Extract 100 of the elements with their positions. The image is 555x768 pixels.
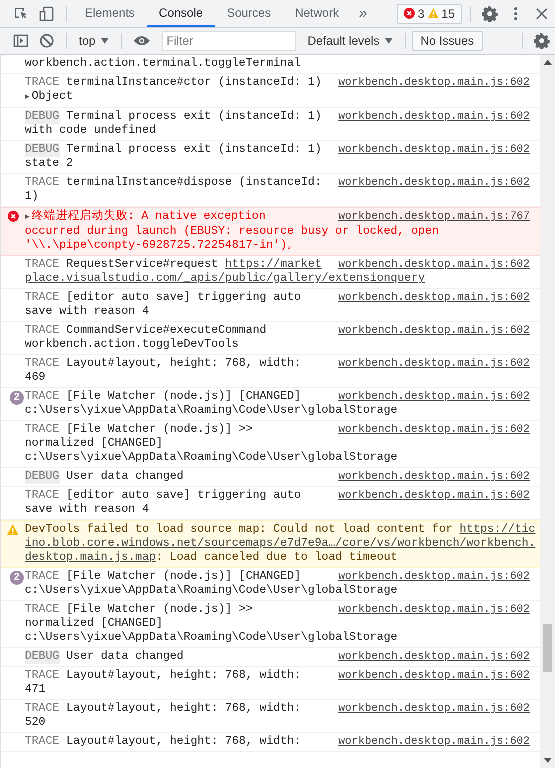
message-text: Layout#layout, height: 768, width: xyxy=(66,669,302,683)
message-text: Terminal process exit (instanceId: 1) xyxy=(66,110,322,124)
log-level: TRACE xyxy=(25,735,60,749)
message-text: c:\Users\yixue\AppData\Roaming\Code\User\globalStorage xyxy=(25,631,398,645)
source-link[interactable]: workbench.desktop.main.js:602 xyxy=(338,357,530,371)
source-link[interactable]: workbench.desktop.main.js:602 xyxy=(338,76,530,90)
message-text: CommandService#executeCommand xyxy=(66,324,267,338)
context-select[interactable]: top xyxy=(73,34,115,48)
message-text: normalized [CHANGED] xyxy=(25,437,164,451)
source-link[interactable]: workbench.desktop.main.js:602 xyxy=(338,702,530,716)
message-text: Layout#layout, height: 768, width: xyxy=(66,702,302,716)
error-icon xyxy=(404,8,415,19)
message-text: [editor auto save] triggering auto xyxy=(66,489,302,503)
source-link[interactable]: workbench.desktop.main.js:602 xyxy=(338,470,530,484)
message-text: [File Watcher (node.js)] [CHANGED] xyxy=(66,390,302,404)
message-text: c:\Users\yixue\AppData\Roaming\Code\User\globalStorage xyxy=(25,584,398,598)
object-toggle[interactable]: ▶ Object xyxy=(25,90,540,105)
log-level: TRACE xyxy=(25,669,60,683)
message-text: 520 xyxy=(25,716,46,730)
log-level: DEBUG xyxy=(25,650,60,664)
log-level: TRACE xyxy=(25,291,60,305)
url-link[interactable]: https://tic xyxy=(460,523,536,537)
message-text: 471 xyxy=(25,683,46,697)
message-text: Layout#layout, height: 768, width: xyxy=(66,357,302,371)
log-level: TRACE xyxy=(25,489,60,503)
device-icon[interactable] xyxy=(39,6,55,22)
source-link[interactable]: workbench.desktop.main.js:602 xyxy=(338,258,530,272)
scroll-thumb[interactable] xyxy=(543,624,552,672)
message-text: save with reason 4 xyxy=(25,503,150,517)
repeat-count: 2 xyxy=(10,571,24,585)
source-link[interactable]: workbench.desktop.main.js:602 xyxy=(338,603,530,617)
url-link[interactable]: https://market xyxy=(225,258,322,272)
message-text: workbench.action.terminal.toggleTerminal xyxy=(25,57,302,71)
log-level: TRACE xyxy=(25,76,60,90)
message-text: Layout#layout, height: 768, width: xyxy=(66,735,302,749)
expand-arrow[interactable]: ▶ xyxy=(25,211,30,225)
message-text: User data changed xyxy=(66,470,184,484)
settings-icon[interactable] xyxy=(482,6,498,22)
clear-icon[interactable] xyxy=(39,33,55,49)
message-text: normalized [CHANGED] xyxy=(25,617,164,631)
scroll-up-icon[interactable] xyxy=(544,60,552,65)
source-link[interactable]: workbench.desktop.main.js:602 xyxy=(338,423,530,437)
close-icon[interactable] xyxy=(534,6,550,22)
scroll-down-icon[interactable] xyxy=(544,758,552,763)
source-link[interactable]: workbench.desktop.main.js:767 xyxy=(338,210,530,224)
caret-icon xyxy=(384,38,393,44)
url-link[interactable]: place.visualstudio.com/_apis/public/gallery/extensionquery xyxy=(25,272,426,286)
settings-icon[interactable] xyxy=(534,33,550,49)
message-text: workbench.action.toggleDevTools xyxy=(25,338,239,352)
source-link[interactable]: workbench.desktop.main.js:602 xyxy=(338,176,530,190)
source-link[interactable]: workbench.desktop.main.js:602 xyxy=(338,735,530,749)
message-text: [File Watcher (node.js)] >> xyxy=(66,423,253,437)
log-level: DEBUG xyxy=(25,470,60,484)
source-link[interactable]: workbench.desktop.main.js:602 xyxy=(338,489,530,503)
message-text: terminalInstance#ctor (instanceId: 1) xyxy=(66,76,322,90)
source-link[interactable]: workbench.desktop.main.js:602 xyxy=(338,570,530,584)
message-text: '\\.\pipe\conpty-6928725.72254817-in')。 xyxy=(25,239,300,253)
message-text: 终端进程启动失败: A native exception xyxy=(32,210,266,224)
log-level: TRACE xyxy=(25,324,60,338)
message-text: occurred during launch (EBUSY: resource busy or locked, open xyxy=(25,225,440,239)
levels-select[interactable]: Default levels xyxy=(302,34,399,48)
issue-counter[interactable]: 3 15 xyxy=(396,4,462,24)
url-link[interactable]: ino.blob.core.windows.net/sourcemaps/e7d7e9a…/core/vs/workbench/workbench. xyxy=(25,537,536,551)
log-level: TRACE xyxy=(25,603,60,617)
source-link[interactable]: workbench.desktop.main.js:602 xyxy=(338,291,530,305)
url-link[interactable]: desktop.main.js.map xyxy=(25,551,156,565)
inspect-icon[interactable] xyxy=(13,6,29,22)
message-text: User data changed xyxy=(66,650,184,664)
message-text: terminalInstance#dispose (instanceId: xyxy=(66,176,322,190)
source-link[interactable]: workbench.desktop.main.js:602 xyxy=(338,650,530,664)
log-level: DEBUG xyxy=(25,110,60,124)
scrollbar[interactable] xyxy=(540,55,555,768)
log-level: TRACE xyxy=(25,423,60,437)
log-level: TRACE xyxy=(25,258,60,272)
message-text: [File Watcher (node.js)] >> xyxy=(66,603,253,617)
log-level: DEBUG xyxy=(25,143,60,157)
filter-field[interactable]: Filter xyxy=(162,31,296,51)
log-level: TRACE xyxy=(25,176,60,190)
log-level: TRACE xyxy=(25,702,60,716)
source-link[interactable]: workbench.desktop.main.js:602 xyxy=(338,143,530,157)
eye-icon[interactable] xyxy=(132,35,151,47)
caret-icon xyxy=(100,38,109,44)
panel-tab[interactable]: Sources xyxy=(215,0,284,27)
message-text: state 2 xyxy=(25,157,74,171)
source-link[interactable]: workbench.desktop.main.js:602 xyxy=(338,324,530,338)
panel-tab[interactable]: Network xyxy=(283,0,352,27)
panel-tab[interactable]: Elements xyxy=(73,0,148,27)
source-link[interactable]: workbench.desktop.main.js:602 xyxy=(338,110,530,124)
message-text: [File Watcher (node.js)] [CHANGED] xyxy=(66,570,302,584)
source-link[interactable]: workbench.desktop.main.js:602 xyxy=(338,669,530,683)
sidebar-icon[interactable] xyxy=(13,33,29,49)
source-link[interactable]: workbench.desktop.main.js:602 xyxy=(338,390,530,404)
message-text: 469 xyxy=(25,371,46,385)
log-level: TRACE xyxy=(25,570,60,584)
message-text: DevTools failed to load source map: Could not load content for xyxy=(25,523,454,537)
issues-button[interactable]: No Issues xyxy=(412,31,484,51)
message-text: c:\Users\yixue\AppData\Roaming\Code\User\globalStorage xyxy=(25,404,398,418)
message-text: RequestService#request xyxy=(66,258,220,272)
log-level: TRACE xyxy=(25,357,60,371)
more-tabs-button[interactable]: » xyxy=(351,5,376,22)
